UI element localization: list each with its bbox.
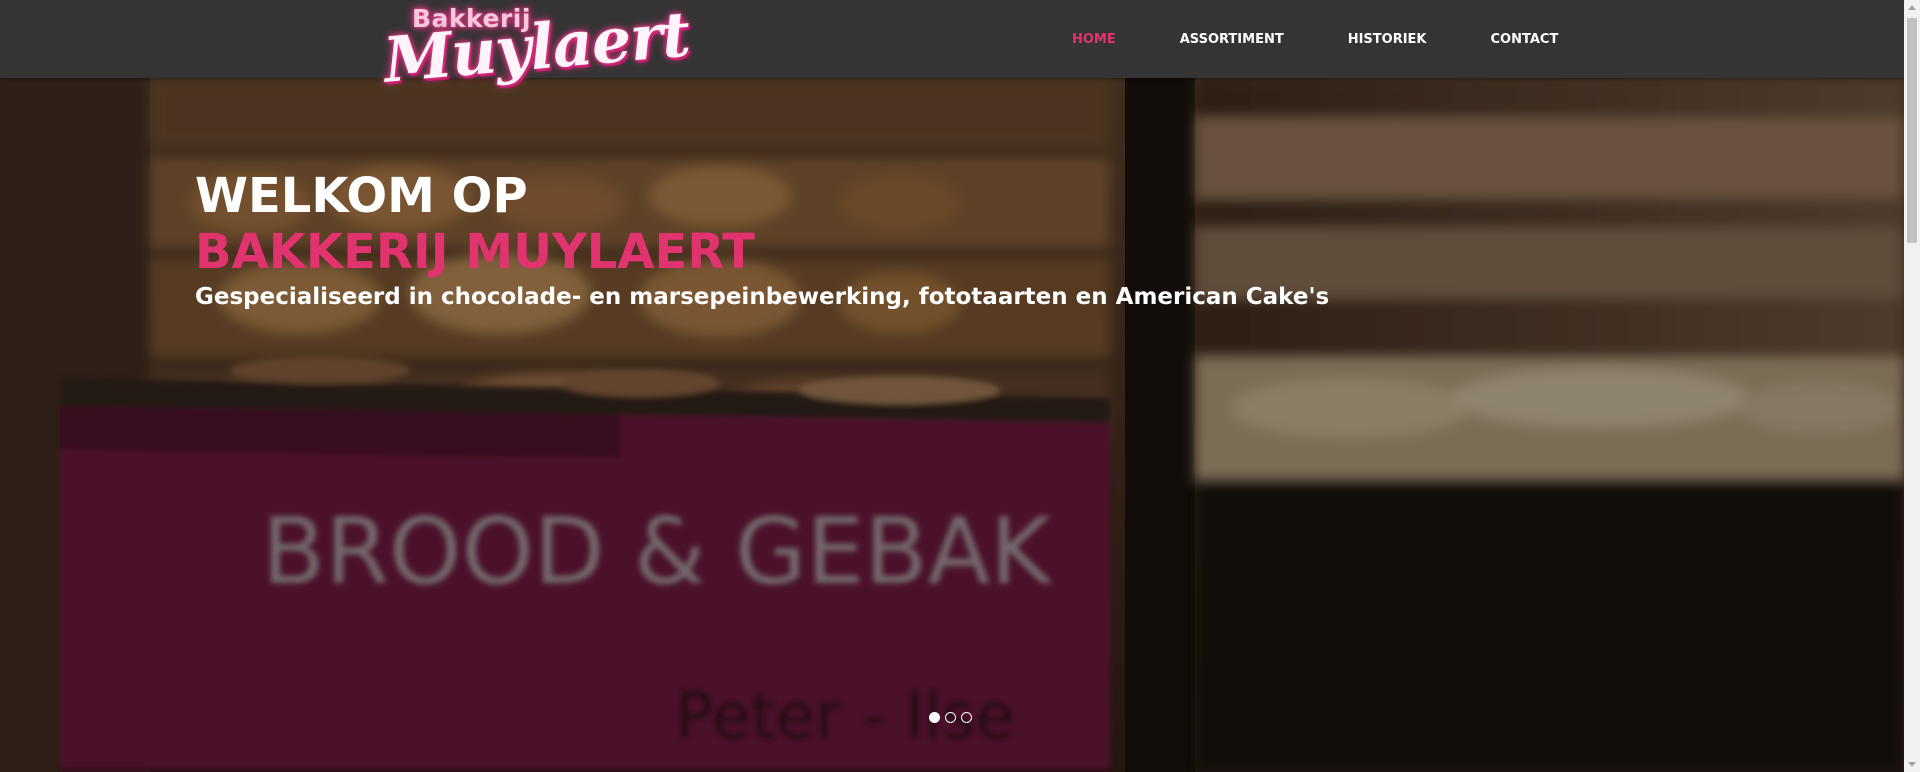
slider-dot-3[interactable] (961, 712, 972, 723)
nav-home[interactable]: HOME (1072, 32, 1116, 47)
page-scrollbar[interactable] (1904, 0, 1920, 772)
nav-assortiment[interactable]: ASSORTIMENT (1180, 32, 1284, 47)
hero-subtitle: Gespecialiseerd in chocolade- en marsepe… (195, 284, 1330, 310)
nav-historiek[interactable]: HISTORIEK (1348, 32, 1427, 47)
scroll-thumb[interactable] (1907, 18, 1917, 243)
scroll-up-arrow-icon[interactable] (1908, 5, 1916, 10)
main-nav: HOME ASSORTIMENT HISTORIEK CONTACT (1040, 0, 1590, 78)
hero-title-line1: WELKOM OP (195, 168, 528, 224)
slider-dots (929, 712, 972, 723)
slider-dot-1[interactable] (929, 712, 940, 723)
scroll-down-arrow-icon[interactable] (1908, 762, 1916, 767)
hero-headline: WELKOM OP BAKKERIJ MUYLAERT Gespecialise… (195, 168, 1329, 310)
site-header: HOME ASSORTIMENT HISTORIEK CONTACT (0, 0, 1904, 78)
page: HOME ASSORTIMENT HISTORIEK CONTACT Bakke… (0, 0, 1920, 772)
hero-title-line2: BAKKERIJ MUYLAERT (195, 224, 755, 280)
slider-dot-2[interactable] (945, 712, 956, 723)
site-logo[interactable]: Bakkerij Muylaert (381, 0, 692, 102)
nav-contact[interactable]: CONTACT (1491, 32, 1559, 47)
hero-slider: BROOD & GEBAK Peter - Ilse WELKOM OP BAK… (0, 78, 1904, 772)
